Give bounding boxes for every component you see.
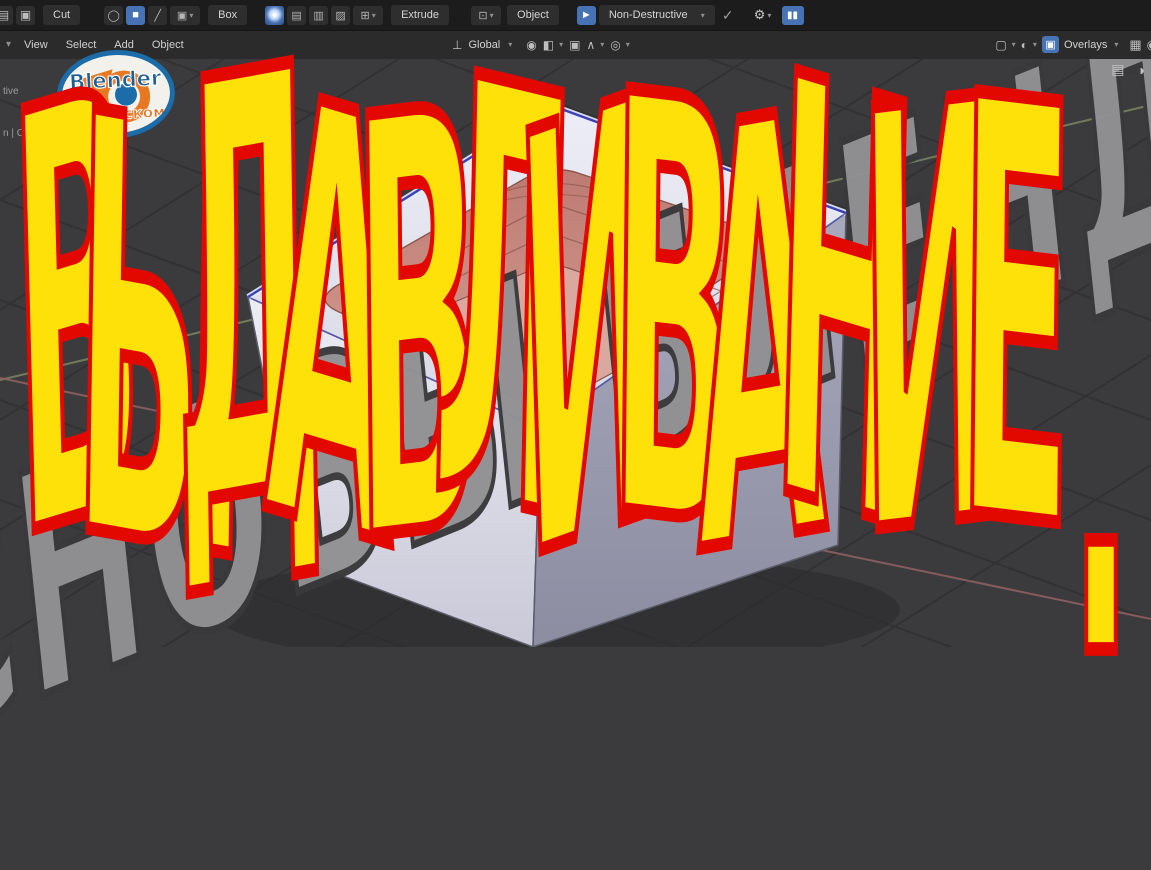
thumbnail-title: ВЫДАВЛИВАНИЕ. ВЫДАВЛИВАНИЕ. (1, 0, 1135, 789)
shading-partial-icon[interactable]: ◉ (1147, 37, 1151, 53)
title-letter: Е (951, 0, 1080, 665)
title-letter: И (853, 0, 1008, 670)
